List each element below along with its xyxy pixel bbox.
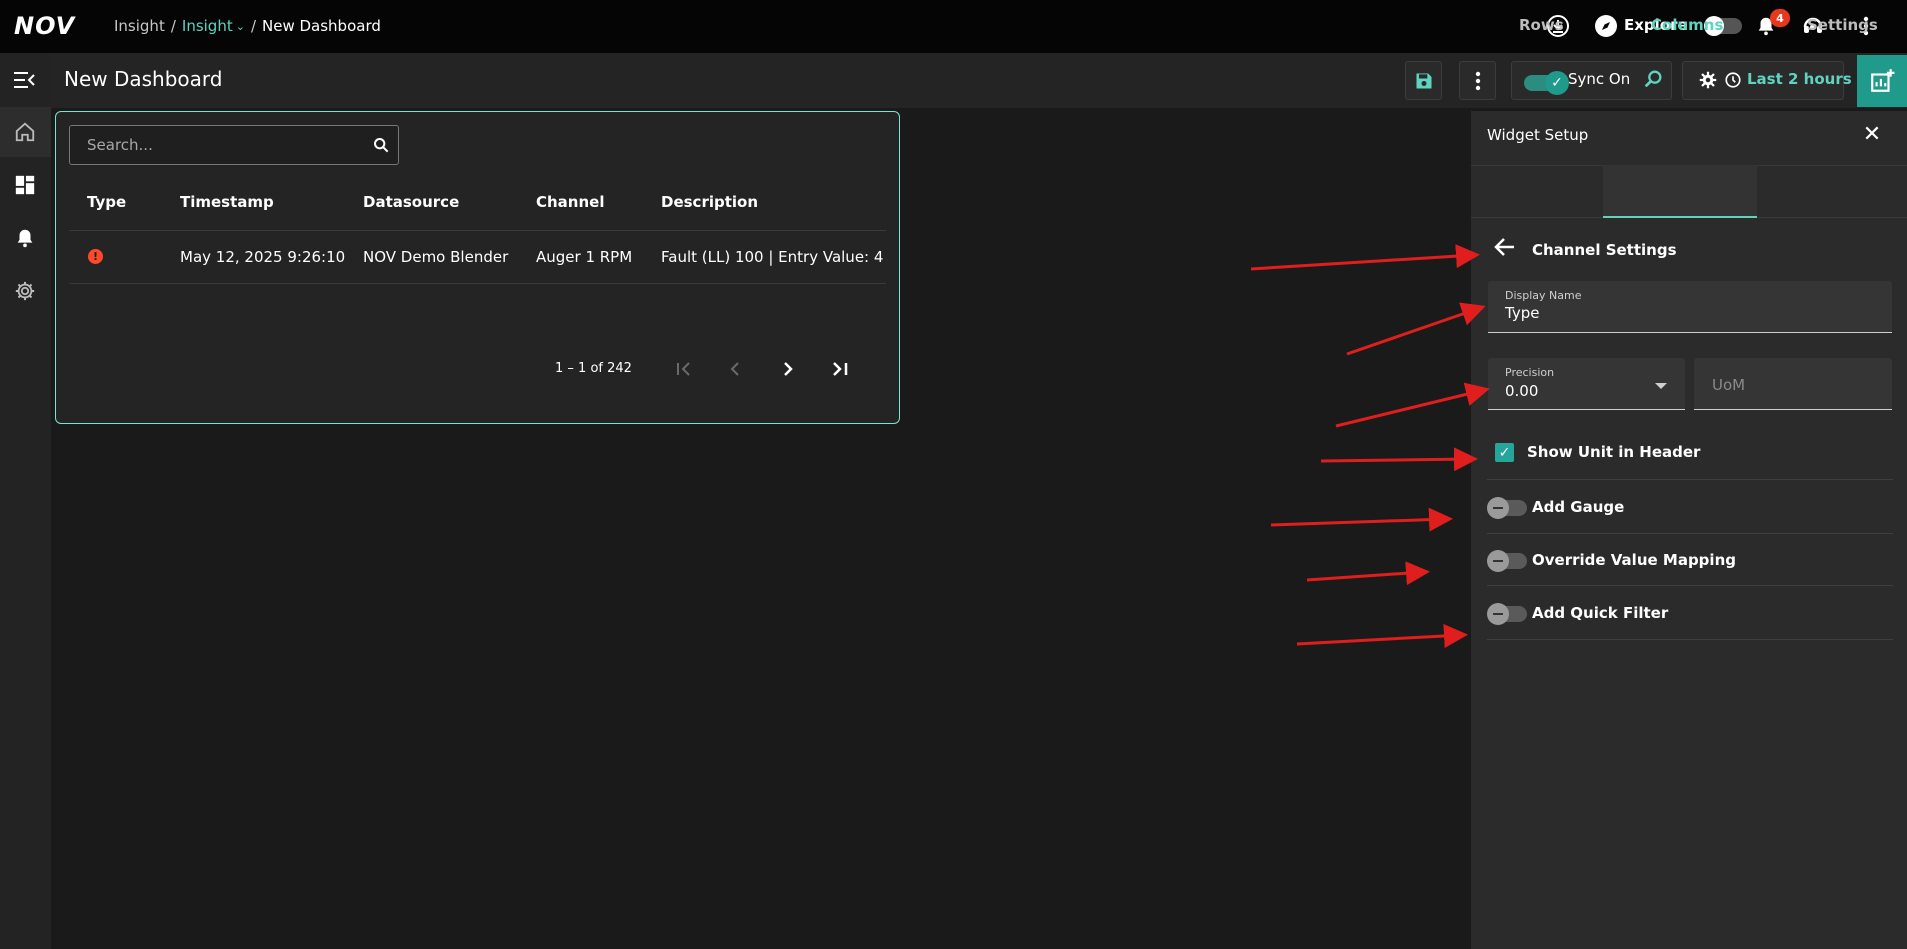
table-cell-description: Fault (LL) 100 | Entry Value: 4: [661, 248, 884, 266]
divider: [1487, 585, 1893, 586]
dashboard-title[interactable]: New Dashboard: [64, 67, 223, 91]
back-arrow-icon[interactable]: [1494, 237, 1516, 263]
breadcrumb-current: New Dashboard: [262, 17, 381, 35]
column-header-datasource[interactable]: Datasource: [363, 193, 459, 211]
next-page-icon[interactable]: [776, 357, 800, 381]
column-header-description[interactable]: Description: [661, 193, 758, 211]
divider: [1487, 479, 1893, 480]
last-page-icon[interactable]: [828, 357, 852, 381]
divider: [1487, 533, 1893, 534]
channel-settings-title: Channel Settings: [1532, 241, 1677, 259]
table-cell-channel: Auger 1 RPM: [536, 248, 633, 266]
uom-placeholder: UoM: [1712, 376, 1746, 394]
toolbar-more-button[interactable]: [1459, 61, 1496, 100]
chevron-down-icon[interactable]: ⌄: [236, 20, 245, 33]
annotation-arrow: [1346, 302, 1486, 356]
settings-gear-icon[interactable]: [12, 278, 38, 304]
home-icon[interactable]: [12, 119, 38, 145]
compass-icon[interactable]: [1593, 13, 1619, 39]
annotation-arrow: [1335, 382, 1490, 428]
alarm-bell-icon[interactable]: [12, 225, 38, 251]
add-chart-icon: [1871, 69, 1895, 92]
gear-icon[interactable]: [1695, 67, 1721, 93]
add-widget-button[interactable]: [1857, 55, 1907, 107]
add-gauge-label[interactable]: Add Gauge: [1532, 498, 1624, 516]
panel-title: Widget Setup: [1487, 126, 1589, 144]
save-button[interactable]: [1405, 61, 1442, 100]
tab-rows[interactable]: Rows: [1519, 16, 1564, 34]
override-value-mapping-label[interactable]: Override Value Mapping: [1532, 551, 1736, 569]
divider: [1487, 639, 1893, 640]
first-page-icon[interactable]: [672, 357, 696, 381]
dropdown-caret-icon[interactable]: [1655, 383, 1667, 389]
table-cell-timestamp: May 12, 2025 9:26:10: [180, 248, 346, 266]
annotation-arrow: [1320, 447, 1478, 472]
prev-page-icon[interactable]: [723, 357, 747, 381]
precision-value[interactable]: 0.00: [1505, 382, 1538, 400]
nov-logo[interactable]: NOV: [14, 12, 75, 40]
display-name-label: Display Name: [1505, 289, 1582, 302]
row-divider: [69, 283, 886, 284]
tab-settings[interactable]: Settings: [1807, 16, 1878, 34]
menu-collapse-icon[interactable]: [12, 67, 38, 93]
search-icon[interactable]: [368, 132, 394, 158]
annotation-arrow: [1306, 561, 1430, 586]
breadcrumb: Insight / Insight ⌄ / New Dashboard: [114, 17, 381, 35]
toggle-off-knob[interactable]: [1487, 550, 1509, 572]
notification-badge: 4: [1770, 9, 1790, 27]
breadcrumb-insight-dropdown[interactable]: Insight: [182, 17, 233, 35]
column-header-channel[interactable]: Channel: [536, 193, 604, 211]
toggle-off-knob[interactable]: [1487, 603, 1509, 625]
add-quick-filter-label[interactable]: Add Quick Filter: [1532, 604, 1668, 622]
show-unit-checkbox[interactable]: ✓: [1495, 443, 1514, 462]
active-tab-highlight: [1603, 165, 1757, 218]
annotation-arrow: [1270, 507, 1453, 532]
more-vert-icon: [1475, 71, 1480, 90]
close-icon[interactable]: ✕: [1860, 122, 1884, 147]
annotation-arrow: [1250, 244, 1480, 271]
annotation-arrow: [1296, 623, 1468, 648]
dashboard-icon[interactable]: [12, 172, 38, 198]
time-range-label[interactable]: Last 2 hours: [1747, 70, 1852, 88]
save-icon: [1416, 73, 1431, 88]
check-icon[interactable]: ✓: [1545, 71, 1569, 95]
pagination-range: 1 – 1 of 242: [555, 361, 632, 376]
sync-label: Sync On: [1568, 70, 1631, 88]
column-header-type[interactable]: Type: [87, 193, 126, 211]
precision-label: Precision: [1505, 366, 1555, 379]
toggle-off-knob[interactable]: [1487, 497, 1509, 519]
search-zoom-icon[interactable]: [1640, 66, 1666, 92]
tab-columns[interactable]: Columns: [1651, 16, 1723, 34]
display-name-value[interactable]: Type: [1505, 304, 1539, 322]
column-header-timestamp[interactable]: Timestamp: [180, 193, 274, 211]
breadcrumb-insight-root[interactable]: Insight: [114, 17, 165, 35]
search-placeholder: Search...: [87, 136, 153, 154]
show-unit-label[interactable]: Show Unit in Header: [1527, 443, 1700, 461]
table-cell-datasource: NOV Demo Blender: [363, 248, 509, 266]
clock-icon: [1720, 67, 1746, 93]
alert-icon: !: [88, 249, 103, 264]
widget-setup-panel: [1471, 111, 1907, 949]
header-divider: [69, 230, 886, 231]
